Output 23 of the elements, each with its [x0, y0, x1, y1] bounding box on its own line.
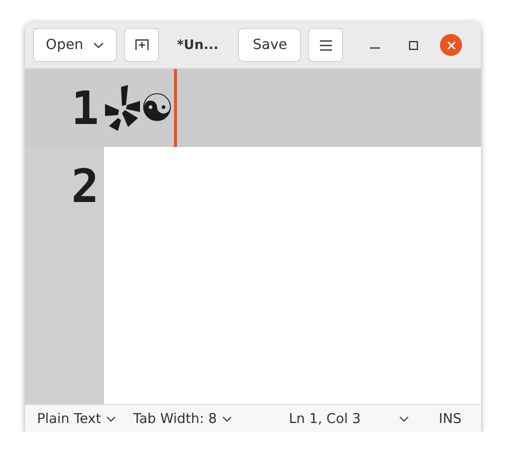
line-text: ☯ [140, 89, 174, 127]
document-title: *Un... [177, 38, 218, 52]
position-dropdown[interactable] [398, 416, 409, 422]
chevron-down-icon [398, 416, 409, 422]
insert-mode: INS [438, 410, 462, 426]
new-tab-button[interactable] [124, 28, 159, 62]
chevron-down-icon [93, 42, 104, 48]
burst-icon [104, 85, 140, 131]
menu-button[interactable] [308, 28, 344, 62]
chevron-down-icon [222, 416, 232, 422]
cursor-position: Ln 1, Col 3 [288, 410, 361, 426]
line-number: 1 [71, 80, 99, 137]
open-button[interactable]: Open [33, 28, 117, 62]
maximize-icon [408, 40, 418, 50]
save-button[interactable]: Save [238, 28, 302, 62]
close-icon [446, 40, 456, 50]
new-tab-icon [134, 39, 148, 51]
line-number: 2 [71, 158, 99, 215]
menu-icon [320, 40, 332, 50]
chevron-down-icon [106, 416, 116, 422]
close-button[interactable] [440, 34, 462, 56]
language-dropdown[interactable]: Plain Text [37, 410, 116, 426]
tab-width-dropdown[interactable]: Tab Width: 8 [133, 410, 232, 426]
